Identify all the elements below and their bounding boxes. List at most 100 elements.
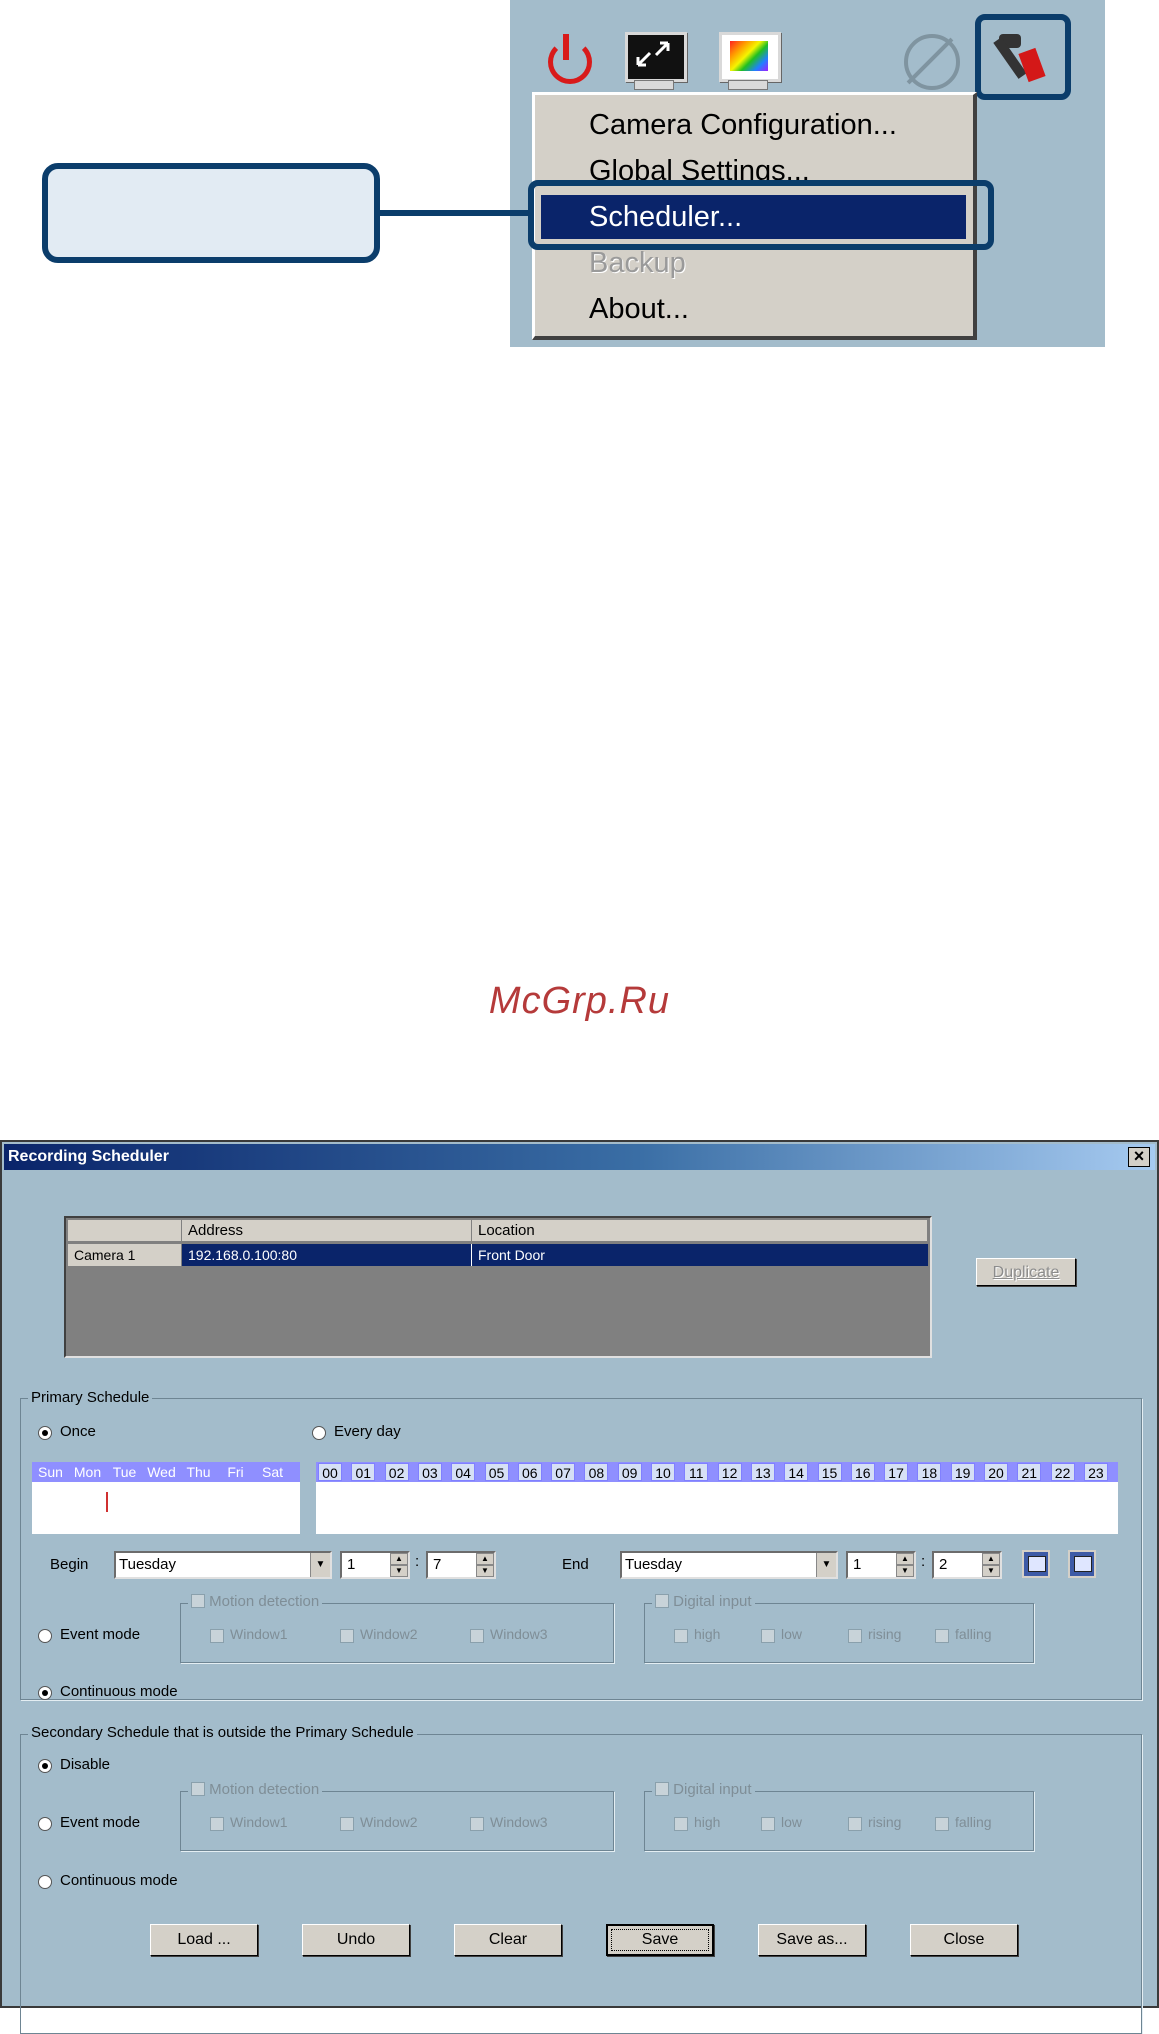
primary-digital-checkbox xyxy=(848,1629,862,1643)
day-label: Sun xyxy=(38,1464,63,1480)
begin-label: Begin xyxy=(50,1556,89,1573)
day-label: Thu xyxy=(186,1464,211,1480)
hour-label: 23 xyxy=(1083,1463,1108,1481)
load-button[interactable]: Load ... xyxy=(150,1924,258,1956)
camera-table: Address Location Camera 1 192.168.0.100:… xyxy=(64,1216,932,1358)
primary-digital-title: Digital input xyxy=(652,1593,755,1610)
primary-digital-label: low xyxy=(781,1626,803,1642)
secondary-window-label: Window3 xyxy=(490,1814,548,1830)
day-label: Mon xyxy=(73,1464,102,1480)
every-day-radio[interactable] xyxy=(312,1426,326,1440)
callout-connector xyxy=(380,210,530,216)
secondary-digital-title: Digital input xyxy=(652,1781,755,1798)
begin-hour-stepper[interactable]: 1 ▲ ▼ xyxy=(340,1551,410,1579)
tools-icon[interactable] xyxy=(993,30,1051,86)
secondary-digital-label: low xyxy=(781,1814,803,1830)
hour-label: 22 xyxy=(1050,1463,1075,1481)
every-day-label: Every day xyxy=(334,1423,401,1440)
day-label: Fri xyxy=(227,1464,244,1480)
add-schedule-icon[interactable] xyxy=(1022,1550,1050,1578)
save-as-button[interactable]: Save as... xyxy=(758,1924,866,1956)
begin-minute-stepper[interactable]: 7 ▲ ▼ xyxy=(426,1551,496,1579)
hour-label: 16 xyxy=(850,1463,875,1481)
secondary-digital-label: rising xyxy=(868,1814,902,1830)
secondary-digital-checkbox xyxy=(674,1817,688,1831)
primary-digital-checkbox xyxy=(674,1629,688,1643)
primary-window-checkbox xyxy=(470,1629,484,1643)
table-header-location[interactable]: Location xyxy=(472,1220,928,1242)
color-settings-icon[interactable] xyxy=(716,30,781,92)
clear-button[interactable]: Clear xyxy=(454,1924,562,1956)
close-button[interactable]: Close xyxy=(910,1924,1018,1956)
primary-continuous-mode-label: Continuous mode xyxy=(60,1683,178,1700)
close-icon[interactable]: × xyxy=(1128,1147,1150,1167)
hour-label: 05 xyxy=(484,1463,509,1481)
primary-motion-title: Motion detection xyxy=(188,1593,323,1610)
hour-label: 07 xyxy=(551,1463,576,1481)
apply-schedule-icon[interactable] xyxy=(1068,1550,1096,1578)
hour-label: 12 xyxy=(717,1463,742,1481)
dialog-title: Recording Scheduler xyxy=(4,1144,1155,1170)
day-label: Wed xyxy=(147,1464,176,1480)
secondary-window-label: Window1 xyxy=(230,1814,288,1830)
undo-button[interactable]: Undo xyxy=(302,1924,410,1956)
duplicate-button: Duplicate xyxy=(976,1258,1076,1286)
hour-label: 20 xyxy=(984,1463,1008,1481)
primary-window-label: Window1 xyxy=(230,1626,288,1642)
hour-label: 04 xyxy=(451,1463,476,1481)
end-hour-stepper[interactable]: 1 ▲ ▼ xyxy=(846,1551,916,1579)
secondary-digital-checkbox xyxy=(848,1817,862,1831)
hour-label: 10 xyxy=(651,1463,675,1481)
fullscreen-icon[interactable] xyxy=(622,30,687,92)
power-icon[interactable] xyxy=(540,30,602,92)
disabled-icon xyxy=(900,30,962,92)
primary-digital-label: high xyxy=(694,1626,721,1642)
secondary-window-checkbox xyxy=(340,1817,354,1831)
primary-window-checkbox xyxy=(340,1629,354,1643)
primary-event-mode-radio[interactable] xyxy=(38,1629,52,1643)
hour-label: 00 xyxy=(318,1463,342,1481)
primary-continuous-mode-radio[interactable] xyxy=(38,1686,52,1700)
secondary-continuous-mode-label: Continuous mode xyxy=(60,1872,178,1889)
secondary-window-label: Window2 xyxy=(360,1814,418,1830)
primary-digital-checkbox xyxy=(935,1629,949,1643)
hour-label: 11 xyxy=(684,1463,709,1481)
secondary-window-checkbox xyxy=(470,1817,484,1831)
save-button[interactable]: Save xyxy=(606,1924,714,1956)
day-grid[interactable]: Sun Mon Tue Wed Thu Fri Sat xyxy=(32,1462,300,1534)
menu-screenshot: Camera Configuration... Global Settings.… xyxy=(510,0,1105,347)
secondary-digital-label: falling xyxy=(955,1814,992,1830)
once-label: Once xyxy=(60,1423,96,1440)
secondary-window-checkbox xyxy=(210,1817,224,1831)
begin-day-select[interactable]: Tuesday ▼ xyxy=(114,1551,332,1579)
secondary-continuous-mode-radio[interactable] xyxy=(38,1875,52,1889)
hour-label: 19 xyxy=(950,1463,975,1481)
recording-scheduler-dialog: Recording Scheduler × Address Location C… xyxy=(0,1140,1159,2034)
secondary-motion-title: Motion detection xyxy=(188,1781,323,1798)
secondary-event-mode-radio[interactable] xyxy=(38,1817,52,1831)
table-header-address[interactable]: Address xyxy=(182,1220,472,1242)
menu-item-about[interactable]: About... xyxy=(541,287,966,331)
primary-digital-label: rising xyxy=(868,1626,902,1642)
hour-label: 08 xyxy=(584,1463,609,1481)
table-row-camera[interactable]: Camera 1 xyxy=(68,1244,182,1266)
hour-label: 21 xyxy=(1017,1463,1042,1481)
secondary-digital-label: high xyxy=(694,1814,721,1830)
day-label: Tue xyxy=(112,1464,137,1480)
end-minute-stepper[interactable]: 2 ▲ ▼ xyxy=(932,1551,1002,1579)
hour-grid[interactable]: 00 01 02 03 04 05 06 07 08 09 10 11 12 13 14 15 16 17 18 19… xyxy=(316,1462,1118,1534)
hour-label: 01 xyxy=(351,1463,376,1481)
end-day-select[interactable]: Tuesday ▼ xyxy=(620,1551,838,1579)
hour-label: 09 xyxy=(617,1463,642,1481)
once-radio[interactable] xyxy=(38,1426,52,1440)
watermark: McGrp.Ru xyxy=(488,980,671,1022)
hour-label: 02 xyxy=(384,1463,409,1481)
hour-label: 14 xyxy=(784,1463,809,1481)
day-header: Sun Mon Tue Wed Thu Fri Sat xyxy=(32,1462,300,1482)
day-label: Sat xyxy=(261,1464,283,1480)
table-cell-location[interactable]: Front Door xyxy=(472,1244,928,1266)
menu-item-camera-configuration[interactable]: Camera Configuration... xyxy=(541,103,966,147)
table-cell-address[interactable]: 192.168.0.100:80 xyxy=(182,1244,472,1266)
secondary-disable-radio[interactable] xyxy=(38,1759,52,1773)
primary-window-label: Window2 xyxy=(360,1626,418,1642)
